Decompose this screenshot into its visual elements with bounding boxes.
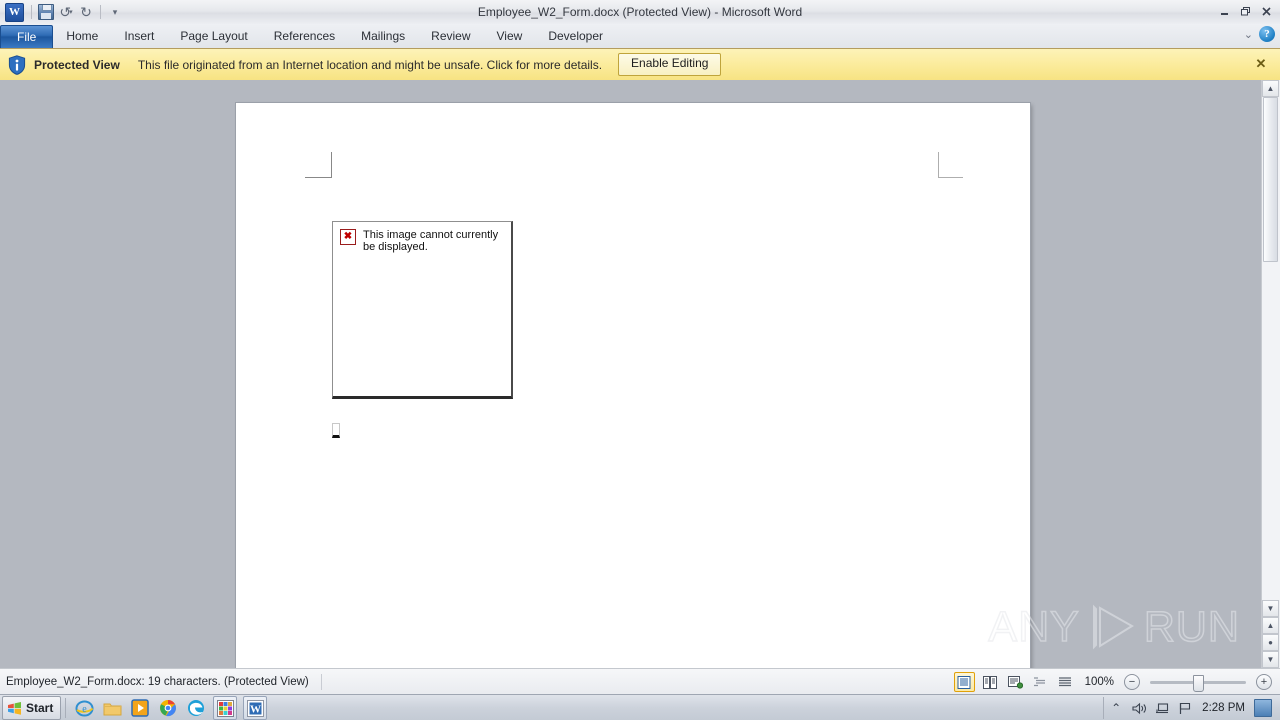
media-player-icon[interactable] (129, 697, 151, 719)
restore-button[interactable] (1236, 2, 1255, 20)
next-page-button[interactable]: ▼ (1262, 651, 1279, 668)
watermark-text-right: RUN (1143, 602, 1240, 651)
tab-page-layout[interactable]: Page Layout (167, 25, 260, 48)
close-icon[interactable]: ✕ (1252, 55, 1270, 73)
internet-explorer-icon[interactable]: e (73, 697, 95, 719)
tab-insert[interactable]: Insert (111, 25, 167, 48)
show-hidden-icons-button[interactable]: ⌃ (1108, 700, 1124, 716)
ribbon-tab-strip: File Home Insert Page Layout References … (0, 24, 1280, 49)
play-triangle-icon (1086, 604, 1138, 650)
undo-button[interactable]: ↺ ▾ (56, 2, 76, 22)
draft-view-button[interactable] (1056, 673, 1075, 691)
title-bar: W ↺ ▾ ↻ ▾ Employee_W2_Form.docx (Protecte… (0, 0, 1280, 25)
info-shield-icon (8, 54, 26, 75)
minimize-button[interactable] (1215, 2, 1234, 20)
google-chrome-icon[interactable] (157, 697, 179, 719)
undo-dropdown-icon[interactable]: ▾ (69, 8, 73, 16)
system-tray: ⌃ 2:28 PM (1103, 697, 1276, 719)
microsoft-word-icon[interactable]: W (243, 696, 268, 720)
windows-flag-icon (7, 701, 22, 716)
qat-separator-2 (100, 5, 101, 19)
tab-view[interactable]: View (484, 25, 536, 48)
broken-image-placeholder[interactable]: ✖ This image cannot currently be display… (332, 221, 513, 399)
quick-access-toolbar: W ↺ ▾ ↻ ▾ (2, 1, 125, 23)
tab-home[interactable]: Home (53, 25, 111, 48)
broken-image-icon: ✖ (340, 229, 356, 245)
help-icon[interactable]: ? (1259, 26, 1275, 42)
status-divider (320, 674, 322, 690)
qat-separator (31, 5, 32, 19)
protected-view-title: Protected View (34, 57, 120, 72)
vertical-scrollbar[interactable]: ▲ ▼ ▲ ● ▼ (1261, 80, 1280, 668)
zoom-out-button[interactable]: − (1124, 674, 1140, 690)
window-title: Employee_W2_Form.docx (Protected View) -… (477, 5, 803, 19)
redo-button[interactable]: ↻ (76, 2, 96, 22)
window-controls (1215, 2, 1276, 20)
ribbon-tabs: File Home Insert Page Layout References … (0, 24, 616, 48)
protected-view-message: This file originated from an Internet lo… (137, 57, 603, 72)
protected-view-bar: Protected View This file originated from… (0, 49, 1280, 81)
save-button[interactable] (36, 2, 56, 22)
zoom-level-label[interactable]: 100% (1085, 676, 1114, 688)
document-canvas[interactable]: ✖ This image cannot currently be display… (0, 80, 1262, 668)
status-text: Employee_W2_Form.docx: 19 characters. (P… (6, 676, 309, 688)
margin-mark-top-right-vertical (938, 152, 939, 178)
previous-page-button[interactable]: ▲ (1262, 617, 1279, 634)
file-explorer-icon[interactable] (101, 697, 123, 719)
select-browse-object-button[interactable]: ● (1262, 634, 1279, 651)
flag-icon[interactable] (1177, 700, 1193, 716)
print-layout-view-button[interactable] (953, 672, 975, 692)
colorful-app-icon[interactable] (213, 696, 238, 720)
ribbon-right-controls: ⌄ ? (1244, 26, 1275, 42)
clock[interactable]: 2:28 PM (1202, 702, 1245, 714)
customize-quick-access-button[interactable]: ▾ (105, 2, 125, 22)
broken-image-content: ✖ This image cannot currently be display… (340, 229, 513, 253)
web-layout-view-button[interactable] (1006, 673, 1025, 691)
tab-file[interactable]: File (0, 25, 54, 48)
enable-editing-button[interactable]: Enable Editing (618, 53, 722, 76)
broken-image-text: This image cannot currently be displayed… (363, 229, 499, 253)
tab-developer[interactable]: Developer (535, 25, 616, 48)
zoom-slider[interactable] (1150, 674, 1246, 692)
start-button[interactable]: Start (2, 696, 62, 720)
show-desktop-button[interactable] (1254, 699, 1272, 717)
scroll-down-button[interactable]: ▼ (1262, 600, 1279, 617)
chevron-down-icon: ▾ (112, 6, 118, 17)
close-button[interactable] (1257, 2, 1276, 20)
full-screen-reading-view-button[interactable] (981, 673, 1000, 691)
document-page[interactable]: ✖ This image cannot currently be display… (236, 103, 1030, 668)
scrollbar-thumb[interactable] (1263, 97, 1278, 262)
network-icon[interactable] (1154, 700, 1170, 716)
outline-view-button[interactable] (1031, 673, 1050, 691)
status-bar-right: 100% − + (953, 672, 1272, 692)
margin-mark-top-left-horizontal (305, 177, 331, 178)
margin-mark-top-left-vertical (331, 152, 332, 178)
zoom-slider-thumb[interactable] (1193, 674, 1204, 692)
text-cursor (332, 423, 340, 438)
scroll-up-button[interactable]: ▲ (1262, 80, 1279, 97)
tab-references[interactable]: References (261, 25, 348, 48)
svg-text:e: e (82, 704, 87, 715)
save-icon (38, 4, 54, 20)
chevron-down-icon[interactable]: ⌄ (1244, 28, 1253, 41)
taskbar: Start e W ⌃ 2:28 PM (0, 694, 1280, 720)
microsoft-edge-icon[interactable] (185, 697, 207, 719)
redo-icon: ↻ (80, 4, 92, 20)
tab-mailings[interactable]: Mailings (348, 25, 418, 48)
margin-mark-top-right-horizontal (938, 177, 963, 178)
tab-review[interactable]: Review (418, 25, 483, 48)
zoom-in-button[interactable]: + (1256, 674, 1272, 690)
word-application-window: W ↺ ▾ ↻ ▾ Employee_W2_Form.docx (Protecte… (0, 0, 1280, 720)
start-label: Start (26, 701, 54, 715)
scrollbar-track[interactable] (1262, 97, 1280, 600)
word-app-icon[interactable]: W (5, 2, 24, 22)
status-bar: Employee_W2_Form.docx: 19 characters. (P… (0, 668, 1280, 695)
svg-text:W: W (250, 703, 261, 715)
taskbar-separator (65, 698, 67, 718)
speaker-icon[interactable] (1131, 700, 1147, 716)
